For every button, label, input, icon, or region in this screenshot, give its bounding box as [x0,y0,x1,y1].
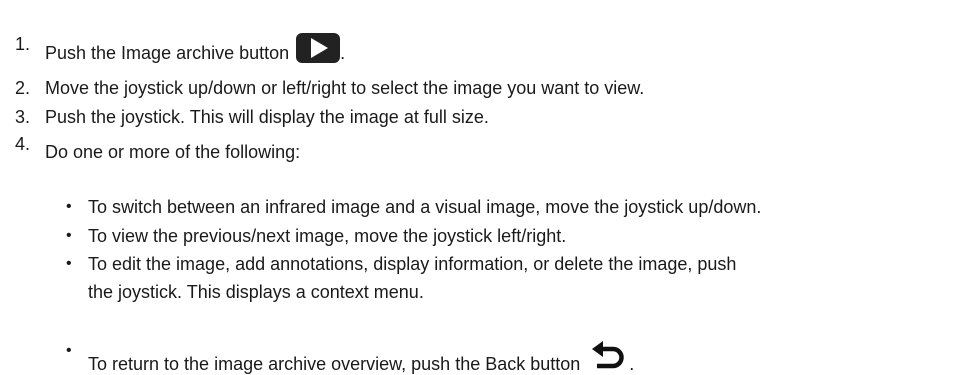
step-text: Push the Image archive button [45,43,290,63]
bullet-text: To view the previous/next image, move th… [88,226,567,246]
step-number: 1. [15,34,31,54]
step-text: Push the joystick. This will display the… [45,107,489,127]
step-number: 2. [15,78,31,98]
play-icon [296,33,341,63]
bullet-text: To return to the image archive overview,… [88,354,581,374]
step-text: Do one or more of the following: [45,142,301,162]
back-arrow-icon [592,341,624,369]
bullet-marker: • [66,227,72,244]
bullet-marker: • [66,255,72,272]
bullet-text: To switch between an infrared image and … [88,197,762,217]
bullet-suffix: . [629,354,635,374]
step-suffix: . [340,43,346,63]
step-number: 3. [15,107,31,127]
bullet-text-line-1: To edit the image, add annotations, disp… [88,254,737,274]
step-number: 4. [15,134,31,154]
bullet-marker: • [66,198,72,215]
step-text: Move the joystick up/down or left/right … [45,78,645,98]
bullet-text-line-2: the joystick. This displays a context me… [88,282,424,302]
bullet-marker: • [66,342,72,359]
